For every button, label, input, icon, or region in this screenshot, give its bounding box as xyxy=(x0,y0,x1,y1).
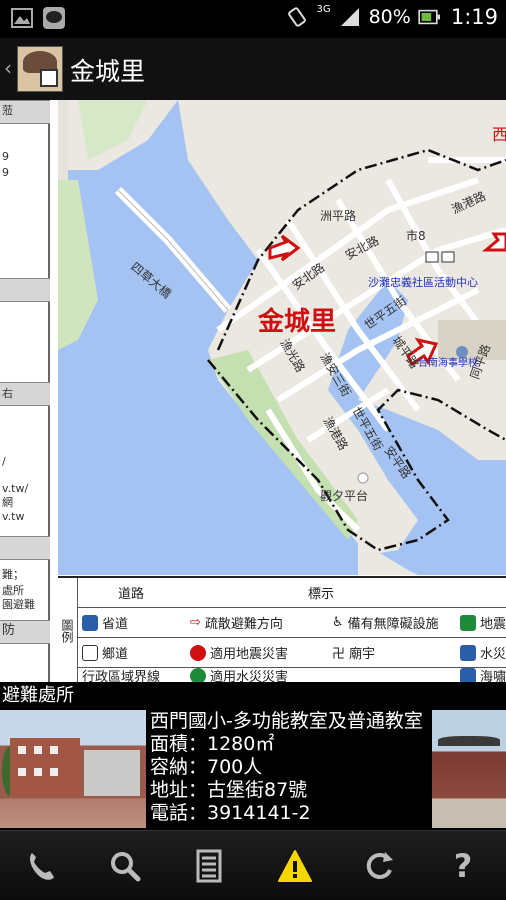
refresh-icon xyxy=(366,852,393,879)
list-button[interactable] xyxy=(186,843,232,889)
poi-label: 觀夕平台 xyxy=(320,488,368,503)
poi-label: 沙灘忠義社區活動中心 xyxy=(368,275,478,289)
panel-text: 防 xyxy=(2,623,16,638)
area-name-label: 金城里 xyxy=(257,306,336,337)
panel-text: 園避難 xyxy=(2,598,35,611)
search-icon xyxy=(111,852,141,882)
svg-text:安平路: 安平路 xyxy=(382,443,415,481)
building-icon xyxy=(425,251,439,263)
refresh-button[interactable] xyxy=(356,843,402,889)
panel-text: 9 xyxy=(2,150,9,163)
app-root: 3G 80% 1:19 ‹ 金城里 蒞 9 9 右 / v.tw/ 網 v.tw xyxy=(0,0,506,900)
flood-shelter-icon xyxy=(190,668,206,682)
shelter-section-title: 避難處所 xyxy=(0,682,506,710)
shelter-photo[interactable] xyxy=(0,710,146,828)
panel-text: 處所 xyxy=(2,584,24,597)
evacuation-map[interactable]: 金城里 四草大橋 安北路 安北路 洲平路 世平五街 城平路 漁光路 漁安三街 漁… xyxy=(58,100,506,575)
accessible-icon: ♿ xyxy=(332,615,344,630)
panel-text: 蒞 xyxy=(2,104,13,117)
legend-row: 鄉道 適用地震災害 卍廟宇 水災 xyxy=(78,638,506,668)
poi-label: 西 xyxy=(492,125,506,144)
panel-link[interactable]: v.tw/ xyxy=(2,482,28,496)
quake-shelter-icon xyxy=(190,644,206,661)
temple-icon: 卍 xyxy=(332,647,346,662)
legend-row: 省道 ⇨ 疏散避難方向 ♿ 備有無障礙設施 地震 xyxy=(78,608,506,638)
legend-row: 行政區域界線 適用水災災害 海嘯 xyxy=(78,668,506,682)
arrow-icon: ⇨ xyxy=(190,615,201,630)
panel-text: 9 xyxy=(2,166,9,179)
line-app-icon xyxy=(43,7,65,29)
building-icon xyxy=(441,251,455,263)
status-right: 3G 80% 1:19 xyxy=(286,3,498,29)
legend-header-row: 道路 標示 xyxy=(78,578,506,608)
panel-link[interactable]: v.tw xyxy=(2,510,24,524)
action-bar: ‹ 金城里 xyxy=(0,38,506,100)
svg-text:洲平路: 洲平路 xyxy=(320,208,356,223)
status-bar: 3G 80% 1:19 xyxy=(0,0,506,38)
flood-icon xyxy=(460,644,476,661)
tsunami-icon xyxy=(460,668,476,682)
poi-label: 台南海事學校 xyxy=(418,356,478,369)
search-button[interactable] xyxy=(102,843,148,889)
panel-text: / xyxy=(2,455,6,468)
map-image-viewer[interactable]: 蒞 9 9 右 / v.tw/ 網 v.tw 難； 處所 園避難 防 金城里 四… xyxy=(0,100,506,682)
list-icon xyxy=(196,849,222,883)
panel-header xyxy=(0,278,50,302)
chevron-left-icon[interactable]: ‹ xyxy=(4,56,12,80)
shelter-address: 地址：古堡街87號 xyxy=(150,779,308,801)
earthquake-icon xyxy=(460,614,476,631)
clock: 1:19 xyxy=(450,5,498,29)
poi-label: 市8 xyxy=(406,228,426,243)
shelter-capacity: 容納：700人 xyxy=(150,756,263,778)
map-legend: 圖例 道路 標示 省道 ⇨ 疏散避難方向 ♿ 備有無障礙設施 地震 鄉道 適用地震災… xyxy=(58,576,506,682)
panel-text: 難； xyxy=(2,568,24,581)
bottom-toolbar: ? xyxy=(0,830,506,900)
network-type: 3G xyxy=(316,3,331,15)
shelter-area: 面積：1280㎡ xyxy=(150,733,275,755)
vibrate-icon xyxy=(288,7,307,27)
panel-text: 右 xyxy=(2,387,13,400)
alert-button[interactable] xyxy=(272,843,318,889)
next-shelter-photo[interactable] xyxy=(432,710,506,828)
notification-icons xyxy=(10,6,66,30)
battery-percent: 80% xyxy=(368,6,411,28)
highway-icon xyxy=(82,614,98,631)
help-button[interactable]: ? xyxy=(440,843,486,889)
svg-text:四草大橋: 四草大橋 xyxy=(128,260,174,302)
shelter-phone[interactable]: 電話：3914141-2 xyxy=(150,802,432,825)
signal-icon xyxy=(340,8,359,26)
panel-header xyxy=(0,536,50,560)
legend-title: 圖例 xyxy=(58,578,78,682)
township-road-icon xyxy=(82,644,98,661)
shelter-card[interactable]: 西門國小-多功能教室及普通教室 面積：1280㎡ 容納：700人 地址：古堡街8… xyxy=(0,710,506,830)
phone-icon xyxy=(30,853,54,880)
call-button[interactable] xyxy=(18,843,64,889)
panel-text: 網 xyxy=(2,496,13,509)
gallery-icon xyxy=(11,8,33,28)
help-icon: ? xyxy=(453,847,473,885)
battery-icon xyxy=(418,9,438,25)
page-title: 金城里 xyxy=(70,57,146,86)
left-info-panel: 蒞 9 9 右 / v.tw/ 網 v.tw 難； 處所 園避難 防 xyxy=(0,100,50,682)
warning-icon xyxy=(278,850,312,882)
shelter-details: 西門國小-多功能教室及普通教室 面積：1280㎡ 容納：700人 地址：古堡街8… xyxy=(150,710,432,825)
app-logo[interactable] xyxy=(17,46,63,92)
shelter-name: 西門國小-多功能教室及普通教室 xyxy=(150,710,423,732)
